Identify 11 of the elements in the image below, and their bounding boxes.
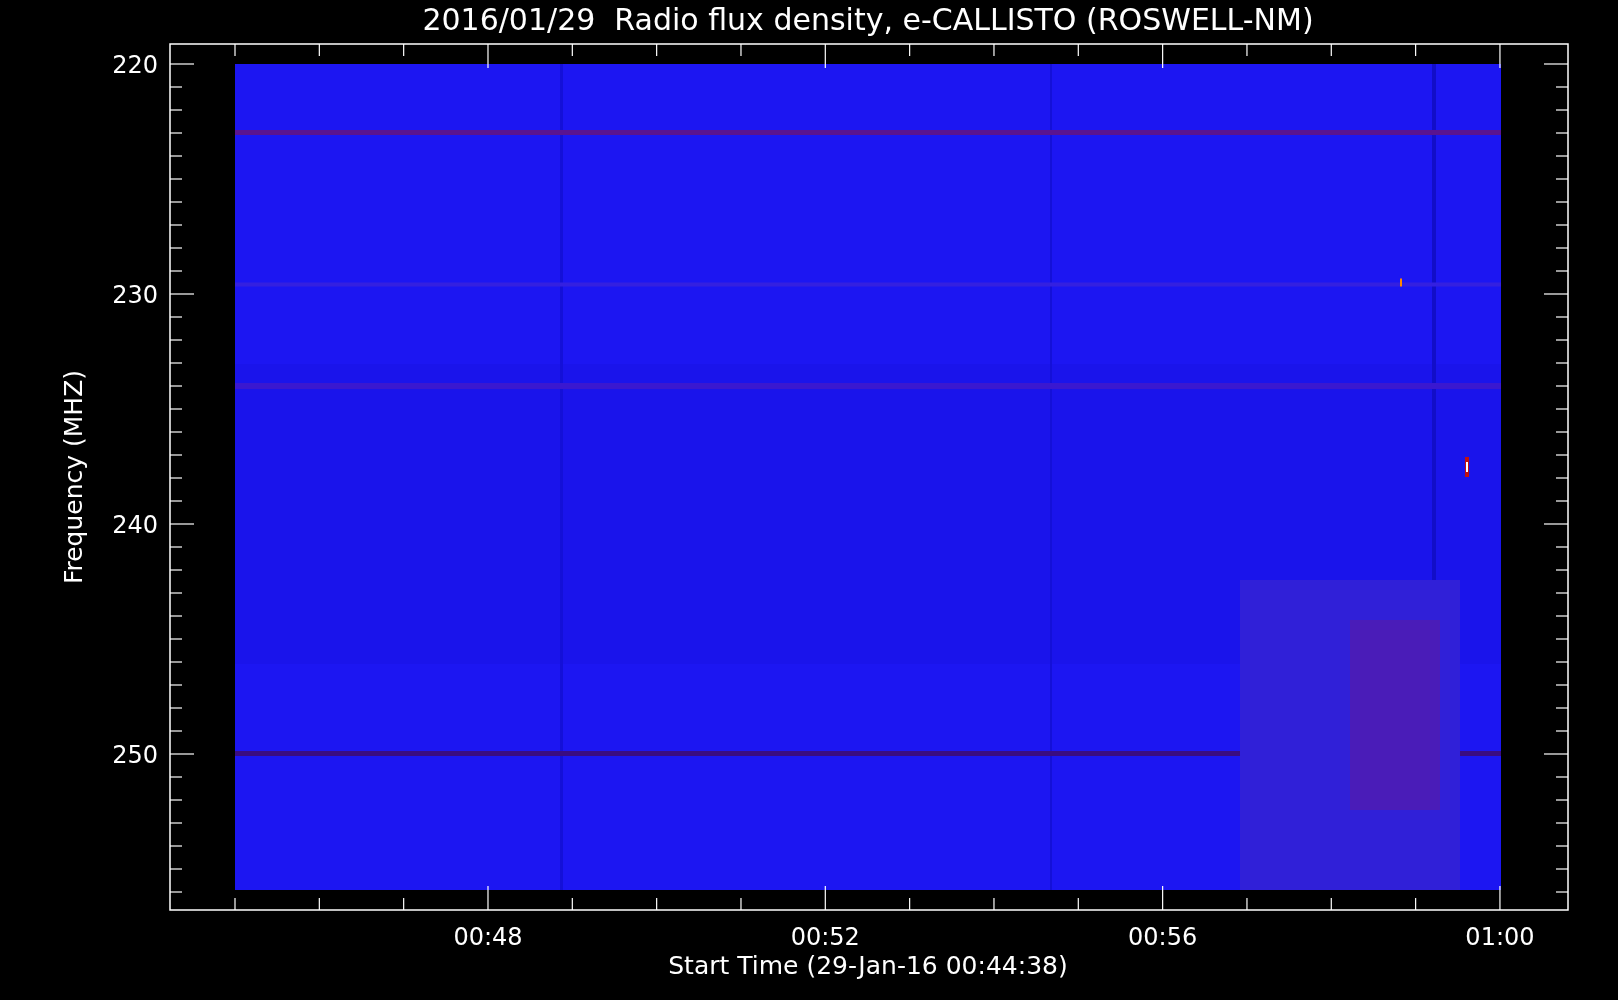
y-tick-label: 250	[112, 741, 158, 769]
chart-title: 2016/01/29 Radio flux density, e-CALLISTO (ROSWELL-NM)	[422, 2, 1314, 37]
y-tick-label: 230	[112, 281, 158, 309]
x-tick-label: 00:48	[453, 923, 523, 951]
x-axis-label: Start Time (29-Jan-16 00:44:38)	[668, 951, 1068, 980]
y-axis-label: Frequency (MHZ)	[59, 369, 88, 585]
x-tick-label: 00:56	[1128, 923, 1198, 951]
y-tick-label: 240	[112, 511, 158, 539]
x-tick-label: 01:00	[1465, 923, 1535, 951]
y-tick-label: 220	[112, 51, 158, 79]
x-tick-label: 00:52	[790, 923, 860, 951]
